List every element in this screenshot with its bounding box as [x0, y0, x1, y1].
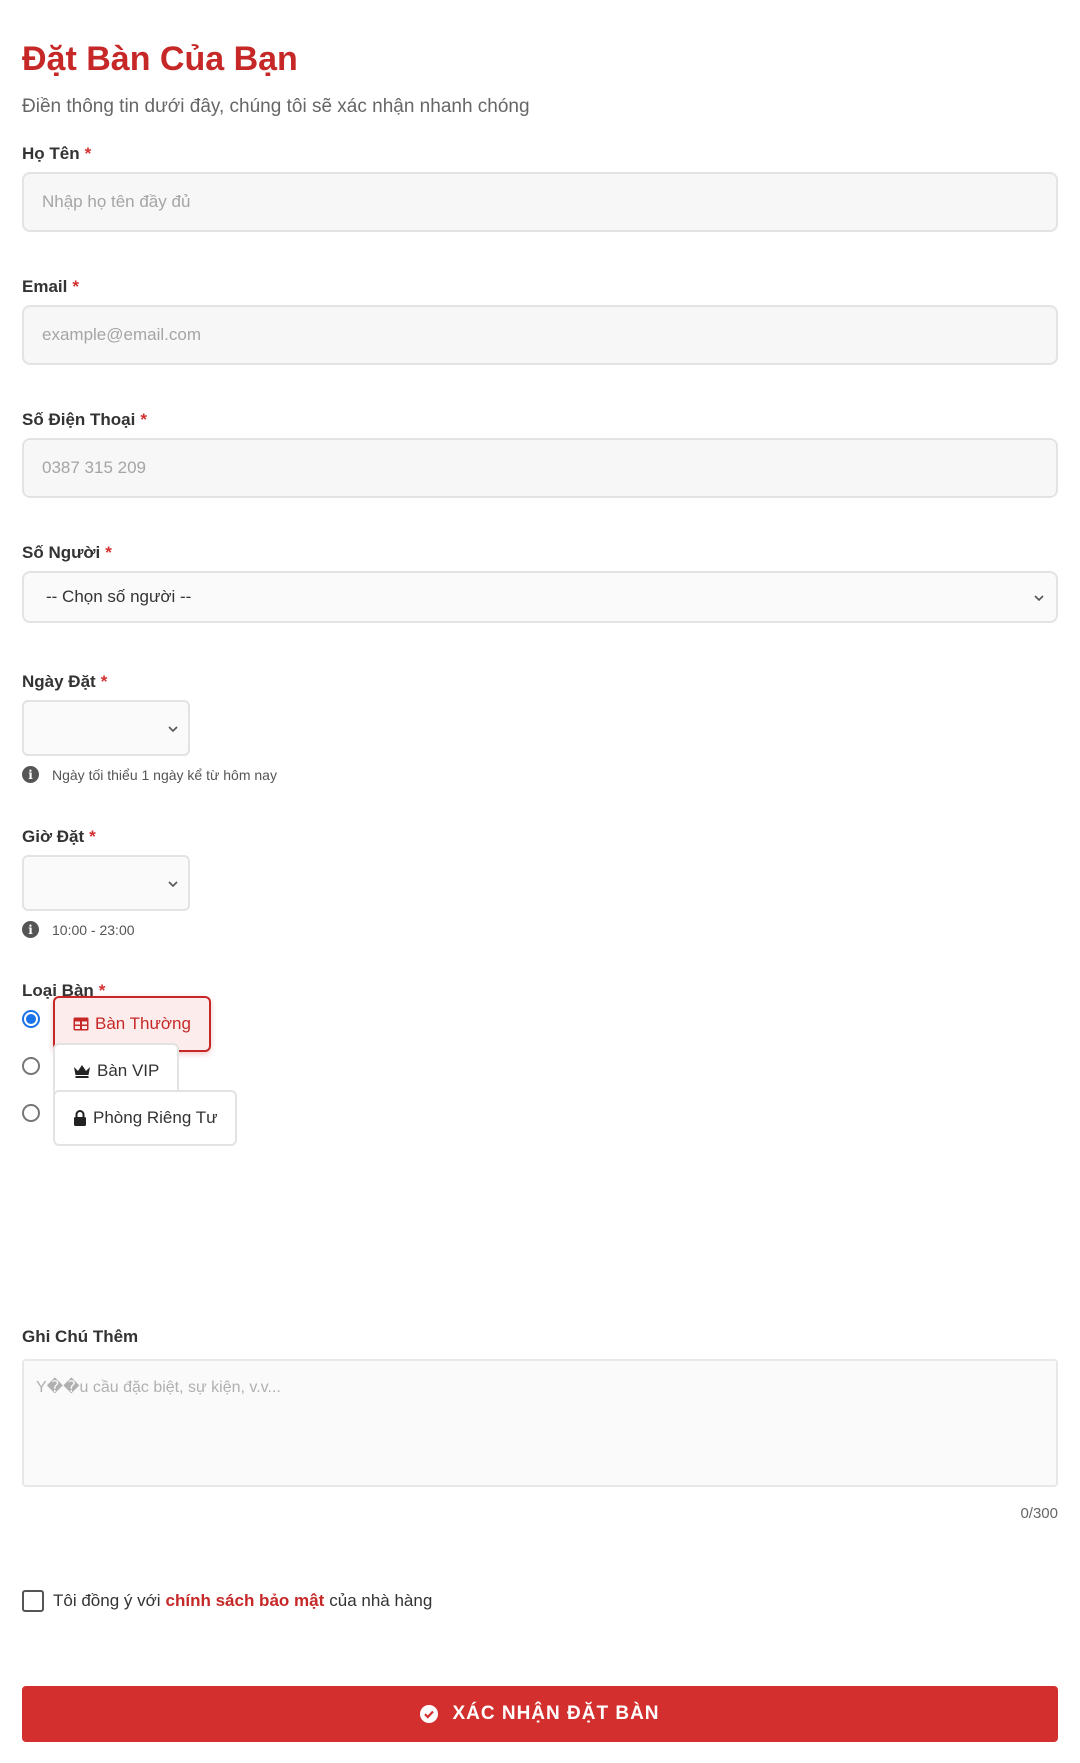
chevron-down-icon [166, 721, 180, 735]
lock-icon [73, 1110, 87, 1126]
name-label: Họ Tên * [22, 144, 91, 164]
guests-select[interactable]: -- Chọn số người -- [22, 571, 1058, 623]
required-mark: * [100, 672, 108, 691]
crown-icon [73, 1064, 91, 1078]
date-label: Ngày Đặt * [22, 672, 107, 692]
time-label-text: Giờ Đặt [22, 827, 85, 846]
submit-button[interactable]: XÁC NHẬN ĐẶT BÀN [22, 1686, 1058, 1742]
privacy-policy-link[interactable]: chính sách bảo mật [166, 1591, 325, 1611]
notes-textarea[interactable] [22, 1359, 1058, 1487]
time-hint-text: 10:00 - 23:00 [52, 921, 135, 938]
agreement-checkbox[interactable] [22, 1590, 44, 1612]
info-icon: i [22, 766, 39, 783]
date-label-text: Ngày Đặt [22, 672, 96, 691]
date-select[interactable] [22, 700, 190, 756]
option-label-regular: Bàn Thường [95, 1014, 191, 1033]
name-input[interactable] [22, 172, 1058, 232]
email-input[interactable] [22, 305, 1058, 365]
guests-label-text: Số Người [22, 543, 101, 562]
email-label: Email * [22, 277, 79, 297]
required-mark: * [105, 543, 112, 562]
required-mark: * [84, 144, 92, 163]
option-card-private[interactable]: Phòng Riêng Tư [53, 1090, 238, 1146]
guests-label: Số Người * [22, 543, 112, 563]
time-label: Giờ Đặt * [22, 827, 96, 847]
page-title: Đặt Bàn Của Bạn [22, 40, 298, 78]
chevron-down-icon [1032, 590, 1046, 604]
check-circle-icon [420, 1705, 439, 1723]
phone-label-text: Số Điện Thoại [22, 410, 136, 429]
date-hint-text: Ngày tối thiểu 1 ngày kể từ hôm nay [52, 766, 277, 783]
radio-regular[interactable] [22, 1010, 40, 1028]
radio-private[interactable] [22, 1104, 40, 1122]
required-mark: * [89, 827, 96, 846]
char-counter: 0/300 [1020, 1505, 1058, 1522]
radio-vip[interactable] [22, 1057, 40, 1075]
email-label-text: Email [22, 277, 68, 296]
table-option-private[interactable]: Phòng Riêng Tư [22, 1090, 238, 1146]
submit-label: XÁC NHẬN ĐẶT BÀN [452, 1703, 660, 1724]
guests-select-value: -- Chọn số người -- [46, 587, 192, 606]
name-label-text: Họ Tên [22, 144, 80, 163]
notes-label: Ghi Chú Thêm [22, 1327, 138, 1347]
required-mark: * [140, 410, 147, 429]
option-label-private: Phòng Riêng Tư [93, 1108, 218, 1127]
phone-input[interactable] [22, 438, 1058, 498]
agreement-prefix: Tôi đồng ý với [53, 1591, 161, 1610]
notes-label-text: Ghi Chú Thêm [22, 1327, 139, 1346]
time-select[interactable] [22, 855, 190, 911]
chevron-down-icon [166, 876, 180, 890]
table-icon [73, 1017, 89, 1031]
info-icon: i [22, 921, 39, 938]
page-subtitle: Điền thông tin dưới đây, chúng tôi sẽ xá… [22, 96, 530, 117]
option-label-vip: Bàn VIP [97, 1061, 160, 1080]
phone-label: Số Điện Thoại * [22, 410, 147, 430]
agreement-suffix: của nhà hàng [329, 1591, 433, 1610]
time-hint: i 10:00 - 23:00 [22, 921, 135, 938]
required-mark: * [72, 277, 79, 296]
agreement-row: Tôi đồng ý với chính sách bảo mật của nh… [22, 1590, 432, 1612]
date-hint: i Ngày tối thiểu 1 ngày kể từ hôm nay [22, 766, 277, 783]
